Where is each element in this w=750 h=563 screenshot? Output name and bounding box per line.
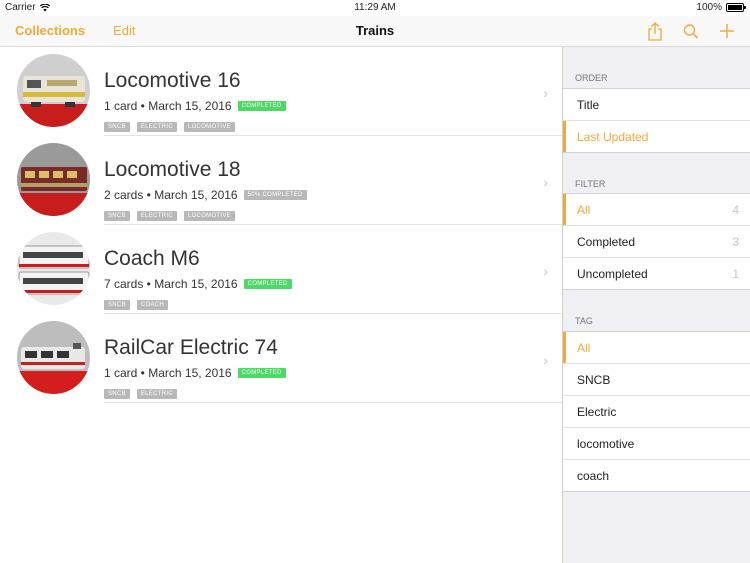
navigation-bar: Collections Edit Trains bbox=[0, 16, 750, 47]
order-title[interactable]: Title bbox=[563, 89, 750, 121]
item-label: coach bbox=[577, 469, 610, 483]
filter-sidebar: ORDER Title Last Updated FILTER All 4 Co… bbox=[562, 47, 750, 563]
tag-all[interactable]: All bbox=[563, 332, 750, 364]
status-badge: COMPLETED bbox=[237, 368, 286, 378]
battery-icon bbox=[726, 3, 746, 12]
list-item[interactable]: RailCar Electric 74 1 card • March 15, 2… bbox=[0, 314, 562, 403]
add-icon[interactable] bbox=[718, 21, 736, 41]
item-label: All bbox=[577, 203, 591, 217]
item-count: 4 bbox=[732, 203, 739, 217]
tag-badge: ELECTRIC bbox=[136, 211, 177, 221]
battery-percent: 100% bbox=[696, 2, 722, 13]
clock: 11:29 AM bbox=[354, 2, 396, 13]
collection-info: 1 card • March 15, 2016 bbox=[104, 99, 232, 113]
order-group: Title Last Updated bbox=[563, 88, 750, 153]
order-last-updated[interactable]: Last Updated bbox=[563, 121, 750, 152]
tag-badge: SNCB bbox=[104, 122, 130, 132]
item-label: Completed bbox=[577, 235, 636, 249]
thumbnail-image bbox=[17, 232, 90, 305]
item-label: Uncompleted bbox=[577, 267, 648, 281]
thumbnail-image bbox=[17, 321, 90, 394]
item-label: SNCB bbox=[577, 373, 611, 387]
tag-badge: SNCB bbox=[104, 300, 130, 310]
collection-name: Locomotive 16 bbox=[104, 69, 241, 92]
status-bar: Carrier 11:29 AM 100% bbox=[0, 0, 750, 16]
chevron-right-icon: › bbox=[543, 352, 548, 368]
collection-meta: 1 card • March 15, 2016 COMPLETED bbox=[104, 99, 286, 113]
item-label: Last Updated bbox=[577, 130, 649, 144]
collection-info: 7 cards • March 15, 2016 bbox=[104, 277, 238, 291]
chevron-right-icon: › bbox=[543, 174, 548, 190]
tag-badge: ELECTRIC bbox=[136, 389, 177, 399]
item-count: 1 bbox=[732, 267, 739, 281]
tag-list: SNCB COACH bbox=[104, 300, 169, 310]
item-label: All bbox=[577, 341, 591, 355]
tag-badge: SNCB bbox=[104, 211, 130, 221]
tag-list: SNCB ELECTRIC LOCOMOTIVE bbox=[104, 211, 235, 221]
collection-meta: 7 cards • March 15, 2016 COMPLETED bbox=[104, 277, 292, 291]
tag-sncb[interactable]: SNCB bbox=[563, 364, 750, 396]
tag-group: All SNCB Electric locomotive coach bbox=[563, 331, 750, 492]
filter-completed[interactable]: Completed 3 bbox=[563, 226, 750, 258]
tag-header: TAG bbox=[575, 316, 593, 326]
item-label: locomotive bbox=[577, 437, 635, 451]
filter-group: All 4 Completed 3 Uncompleted 1 bbox=[563, 193, 750, 290]
collection-meta: 2 cards • March 15, 2016 50% COMPLETED bbox=[104, 188, 307, 202]
collection-name: RailCar Electric 74 bbox=[104, 336, 278, 359]
tag-list: SNCB ELECTRIC LOCOMOTIVE bbox=[104, 122, 235, 132]
collection-list: Locomotive 16 1 card • March 15, 2016 CO… bbox=[0, 47, 562, 563]
tag-badge: LOCOMOTIVE bbox=[183, 122, 235, 132]
tag-badge: ELECTRIC bbox=[136, 122, 177, 132]
row-divider bbox=[104, 402, 562, 403]
tag-locomotive[interactable]: locomotive bbox=[563, 428, 750, 460]
tag-badge: SNCB bbox=[104, 389, 130, 399]
item-label: Electric bbox=[577, 405, 617, 419]
tag-coach[interactable]: coach bbox=[563, 460, 750, 491]
page-title: Trains bbox=[355, 23, 395, 38]
search-icon[interactable] bbox=[682, 21, 700, 41]
filter-uncompleted[interactable]: Uncompleted 1 bbox=[563, 258, 750, 289]
share-icon[interactable] bbox=[646, 21, 664, 41]
chevron-right-icon: › bbox=[543, 85, 548, 101]
item-count: 3 bbox=[732, 235, 739, 249]
collection-name: Coach M6 bbox=[104, 247, 200, 270]
thumbnail-image bbox=[17, 143, 90, 216]
status-badge: COMPLETED bbox=[237, 101, 286, 111]
item-label: Title bbox=[577, 98, 600, 112]
tag-list: SNCB ELECTRIC bbox=[104, 389, 177, 399]
status-badge: COMPLETED bbox=[243, 279, 292, 289]
list-item[interactable]: Locomotive 18 2 cards • March 15, 2016 5… bbox=[0, 136, 562, 225]
collection-name: Locomotive 18 bbox=[104, 158, 241, 181]
tag-badge: LOCOMOTIVE bbox=[183, 211, 235, 221]
tag-badge: COACH bbox=[136, 300, 169, 310]
collection-info: 2 cards • March 15, 2016 bbox=[104, 188, 238, 202]
list-item[interactable]: Locomotive 16 1 card • March 15, 2016 CO… bbox=[0, 47, 562, 136]
collection-info: 1 card • March 15, 2016 bbox=[104, 366, 232, 380]
filter-header: FILTER bbox=[575, 179, 606, 189]
battery-status: 100% bbox=[696, 2, 746, 13]
nav-actions bbox=[646, 21, 736, 41]
thumbnail-image bbox=[17, 54, 90, 127]
collection-meta: 1 card • March 15, 2016 COMPLETED bbox=[104, 366, 286, 380]
order-header: ORDER bbox=[575, 73, 608, 83]
list-item[interactable]: Coach M6 7 cards • March 15, 2016 COMPLE… bbox=[0, 225, 562, 314]
tag-electric[interactable]: Electric bbox=[563, 396, 750, 428]
status-badge: 50% COMPLETED bbox=[243, 190, 307, 200]
chevron-right-icon: › bbox=[543, 263, 548, 279]
filter-all[interactable]: All 4 bbox=[563, 194, 750, 226]
